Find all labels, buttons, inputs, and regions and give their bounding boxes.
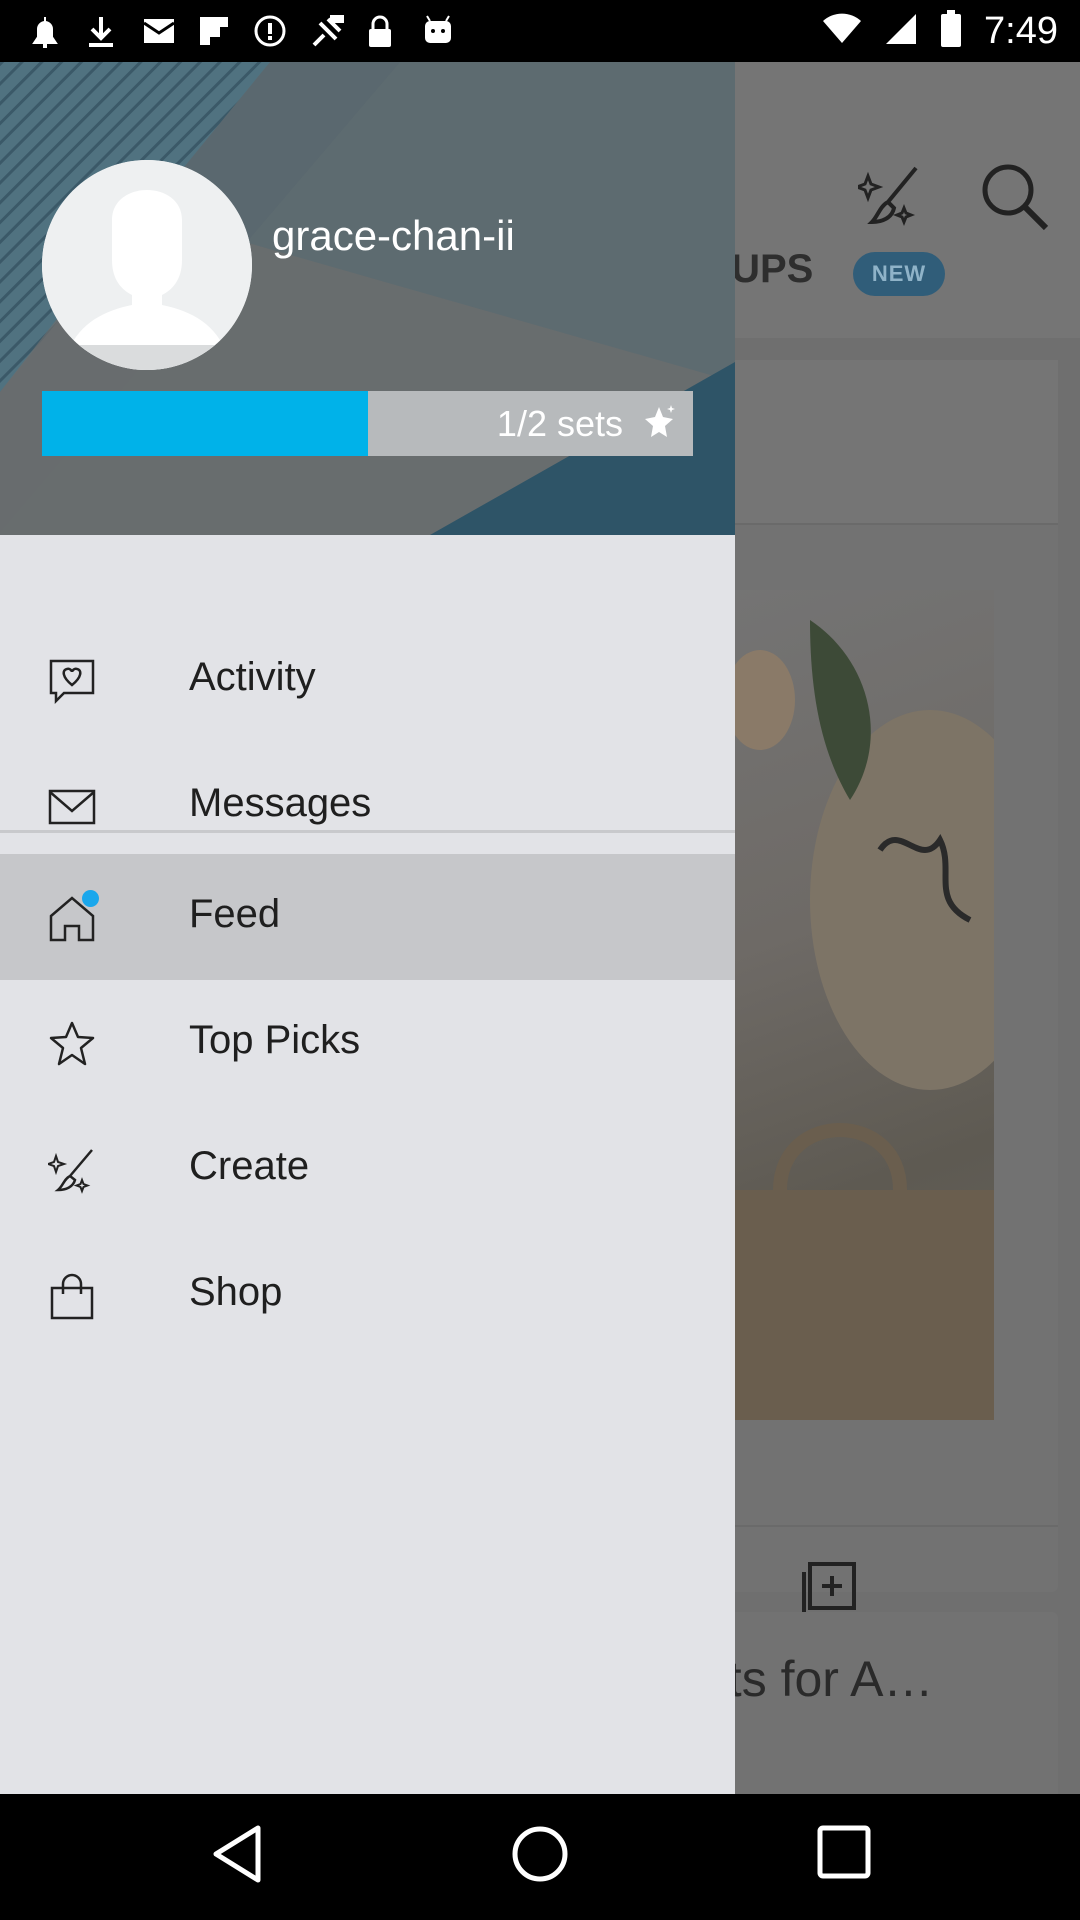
brush-sparkle-icon (852, 162, 924, 233)
wifi-icon (822, 13, 862, 50)
lock-icon (366, 15, 396, 47)
menu-label-create: Create (189, 1144, 310, 1188)
menu-item-messages[interactable]: Messages (0, 743, 735, 869)
flipboard-icon (198, 15, 228, 47)
alert-icon (254, 15, 286, 47)
menu-item-activity[interactable]: Activity (0, 617, 735, 743)
shopping-bag-icon (48, 1272, 96, 1320)
heart-message-icon (48, 657, 96, 705)
sets-progress-bar[interactable]: 1/2 sets (42, 391, 693, 456)
progress-fill (42, 391, 368, 456)
sparkle-star-icon (639, 403, 679, 448)
menu-item-create[interactable]: Create (0, 1106, 735, 1232)
status-time: 7:49 (984, 9, 1058, 52)
battery-icon (940, 9, 962, 53)
menu-item-top-picks[interactable]: Top Picks (0, 980, 735, 1106)
card-image (700, 590, 1050, 1420)
user-silhouette-icon (42, 160, 252, 370)
system-nav-bar (0, 1794, 1080, 1920)
menu-label-feed: Feed (189, 892, 281, 936)
notification-icon (30, 15, 60, 48)
avatar[interactable] (42, 160, 252, 370)
progress-label: 1/2 sets (496, 403, 623, 444)
satellite-icon (310, 15, 344, 47)
envelope-icon (48, 783, 96, 831)
home-button-icon[interactable] (510, 1824, 570, 1889)
card-title: ets for A… (700, 1651, 934, 1707)
back-icon[interactable] (210, 1824, 264, 1889)
signal-icon (884, 12, 918, 51)
brush-sparkle-icon (44, 1146, 96, 1194)
status-icons-left (30, 10, 452, 52)
menu-label-activity: Activity (189, 655, 316, 699)
feed-notification-dot (82, 890, 99, 907)
mail-icon (142, 15, 175, 47)
recents-icon[interactable] (816, 1824, 872, 1885)
navigation-drawer: grace-chan-ii 1/2 sets Activity Messages… (0, 62, 735, 1794)
android-icon (422, 15, 452, 47)
search-icon (980, 162, 1050, 237)
drawer-header: grace-chan-ii 1/2 sets (0, 62, 735, 535)
menu-item-shop[interactable]: Shop (0, 1232, 735, 1358)
status-icons-right: 7:49 (822, 8, 1058, 54)
menu-label-shop: Shop (189, 1270, 283, 1314)
menu-label-top-picks: Top Picks (189, 1018, 361, 1062)
username: grace-chan-ii (272, 212, 515, 259)
new-badge: NEW (853, 252, 945, 296)
menu-label-messages: Messages (189, 781, 372, 825)
menu-item-feed[interactable]: Feed (0, 854, 735, 980)
download-icon (86, 15, 116, 47)
status-bar: 7:49 (0, 0, 1080, 62)
star-icon (48, 1020, 96, 1068)
menu-divider (0, 830, 735, 833)
